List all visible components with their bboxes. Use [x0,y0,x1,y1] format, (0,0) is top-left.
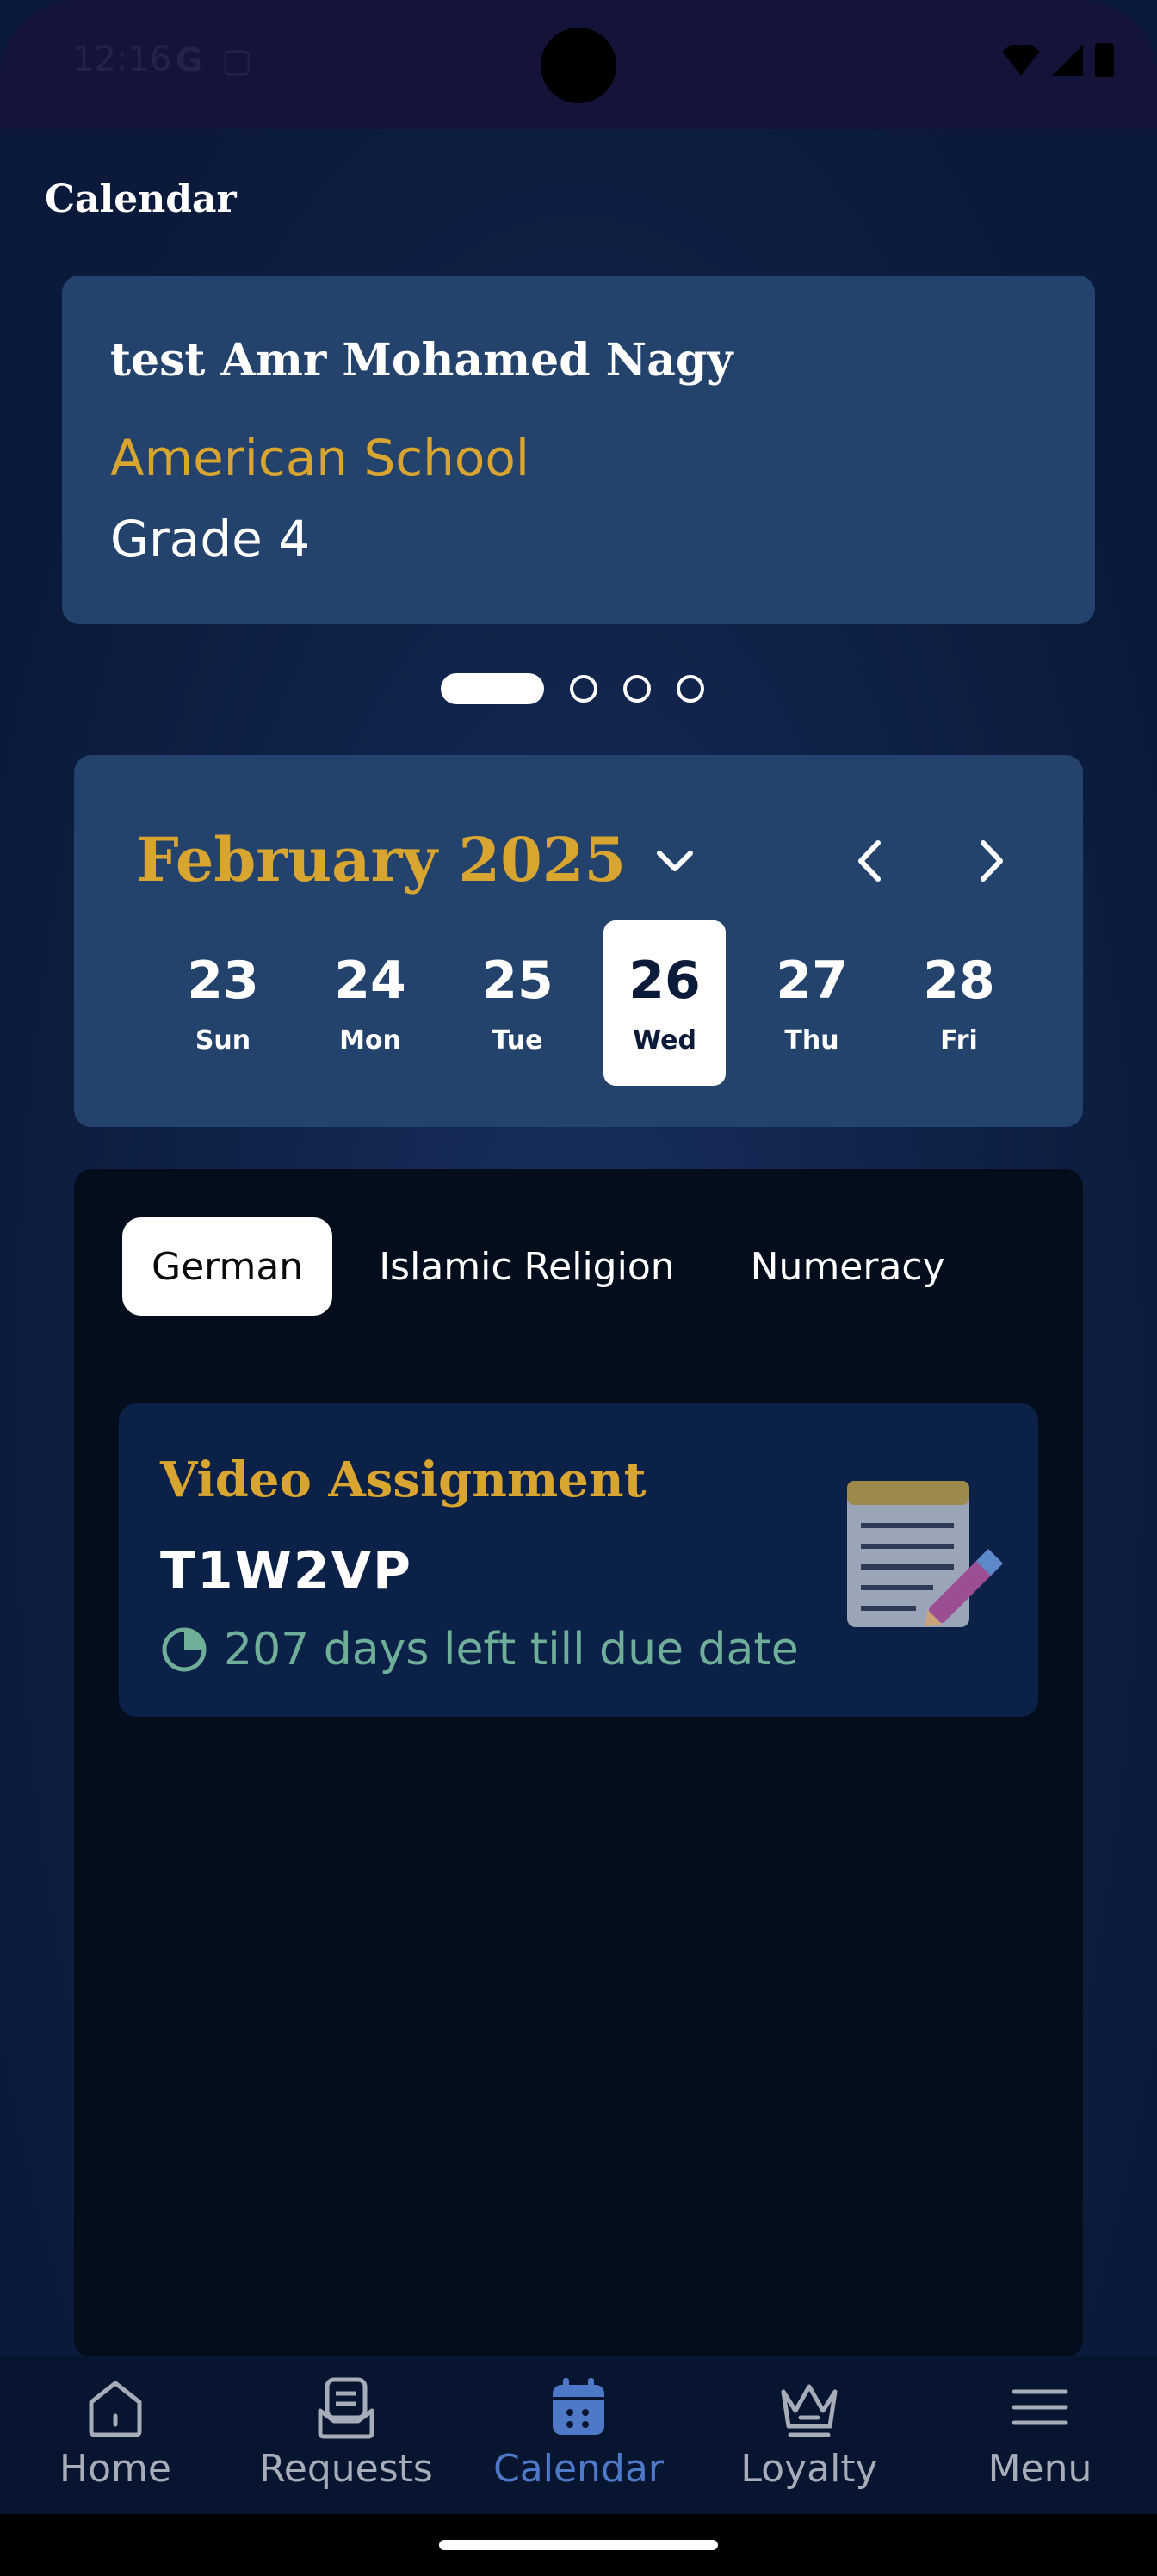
tab-islamic-religion[interactable]: Islamic Religion [350,1217,703,1316]
nav-item-requests[interactable]: Requests [251,2373,441,2491]
tab-numeracy[interactable]: Numeracy [721,1217,974,1316]
days-row: 23 Sun 24 Mon 25 Tue 26 Wed 27 Thu 28 Fr… [162,920,1020,1086]
nav-item-home[interactable]: Home [21,2373,210,2491]
crown-icon [781,2384,838,2437]
assignment-card[interactable]: Video Assignment T1W2VP 207 days left ti… [119,1403,1038,1717]
student-grade: Grade 4 [110,510,311,568]
day-weekday: Sun [195,1025,251,1056]
month-label[interactable]: February 2025 [136,824,626,895]
day-number: 27 [776,950,848,1011]
nav-label: Menu [987,2447,1092,2491]
home-indicator[interactable] [439,2540,718,2550]
subject-tabs: German Islamic Religion Numeracy [122,1217,974,1316]
week-calendar: February 2025 23 Sun 24 Mon 25 Tue 26 We… [74,755,1083,1127]
wifi-icon [1002,45,1040,76]
day-cell[interactable]: 28 Fri [898,920,1020,1086]
due-text: 207 days left till due date [224,1624,799,1675]
nav-label: Requests [259,2447,433,2491]
student-card[interactable]: test Amr Mohamed Nagy American School Gr… [62,276,1095,624]
day-number: 23 [187,950,259,1011]
chevron-down-icon[interactable] [649,834,701,886]
day-weekday: Tue [492,1025,543,1056]
calendar-icon [553,2378,604,2435]
day-cell[interactable]: 27 Thu [751,920,873,1086]
day-cell[interactable]: 23 Sun [162,920,284,1086]
chevron-left-icon[interactable] [840,831,900,891]
signal-icon [1052,45,1083,76]
page-title: Calendar [45,177,237,221]
menu-icon [1012,2389,1068,2425]
subjects-panel: German Islamic Religion Numeracy Video A… [74,1169,1083,2357]
screenshot-icon: ▢ [221,41,253,79]
bottom-nav: Home Requests Calendar Loyalty Menu [0,2356,1157,2514]
tab-german[interactable]: German [122,1217,333,1316]
nav-label: Calendar [493,2447,664,2491]
pie-clock-icon [162,1627,207,1672]
student-school: American School [110,429,529,487]
day-weekday: Mon [339,1025,401,1056]
google-icon: G [176,41,203,79]
day-cell-selected[interactable]: 26 Wed [603,920,726,1086]
day-cell[interactable]: 24 Mon [309,920,431,1086]
chevron-right-icon[interactable] [961,831,1021,891]
status-time: 12:16 [72,40,172,79]
day-number: 28 [923,950,995,1011]
day-weekday: Thu [784,1025,839,1056]
day-number: 24 [334,950,406,1011]
pager-dot[interactable] [623,675,651,703]
day-number: 26 [628,950,701,1011]
nav-label: Loyalty [740,2447,878,2491]
notepad-icon [847,1481,1004,1627]
day-cell[interactable]: 25 Tue [456,920,578,1086]
nav-item-loyalty[interactable]: Loyalty [715,2373,904,2491]
home-icon [89,2381,142,2437]
nav-label: Home [59,2447,171,2491]
student-name: test Amr Mohamed Nagy [110,334,733,387]
status-bar: 12:16 G ▢ [0,0,1157,129]
assignment-code: T1W2VP [160,1541,413,1601]
day-weekday: Fri [940,1025,978,1056]
requests-icon [318,2377,374,2439]
battery-icon [1095,43,1114,77]
nav-item-menu[interactable]: Menu [945,2373,1135,2491]
due-row: 207 days left till due date [160,1624,799,1675]
nav-item-calendar[interactable]: Calendar [484,2373,673,2491]
camera-cutout [541,28,616,103]
pager-dot-active[interactable] [441,673,544,704]
pager-dot[interactable] [570,675,597,703]
day-weekday: Wed [633,1025,696,1056]
pager-dot[interactable] [677,675,704,703]
carousel-pager [441,673,704,704]
assignment-type: Video Assignment [160,1452,647,1508]
day-number: 25 [481,950,554,1011]
